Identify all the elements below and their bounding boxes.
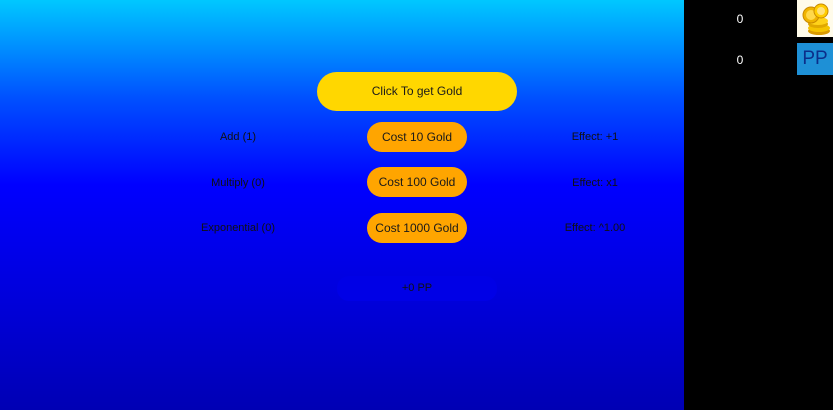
upgrade-exponential-label: Exponential (0) xyxy=(201,222,275,234)
upgrade-add-cost-button[interactable]: Cost 10 Gold xyxy=(367,122,467,152)
upgrade-multiply-effect: Effect: x1 xyxy=(572,177,618,189)
upgrade-multiply-cost-button[interactable]: Cost 100 Gold xyxy=(367,167,467,197)
upgrade-multiply-label: Multiply (0) xyxy=(211,177,265,189)
click-to-get-gold-button[interactable]: Click To get Gold xyxy=(317,72,517,111)
game-area: Click To get Gold Add (1) Cost 10 Gold E… xyxy=(0,0,684,410)
pp-count: 0 xyxy=(736,53,744,67)
upgrade-add-effect: Effect: +1 xyxy=(571,131,619,143)
gold-count: 0 xyxy=(736,12,744,26)
pp-icon: PP xyxy=(797,43,833,75)
prestige-button[interactable]: +0 PP xyxy=(337,276,497,301)
upgrade-add-label: Add (1) xyxy=(219,131,257,143)
upgrade-exponential-effect: Effect: ^1.00 xyxy=(564,222,626,234)
gold-coins-icon xyxy=(797,0,833,37)
upgrade-exponential-cost-button[interactable]: Cost 1000 Gold xyxy=(367,213,467,243)
